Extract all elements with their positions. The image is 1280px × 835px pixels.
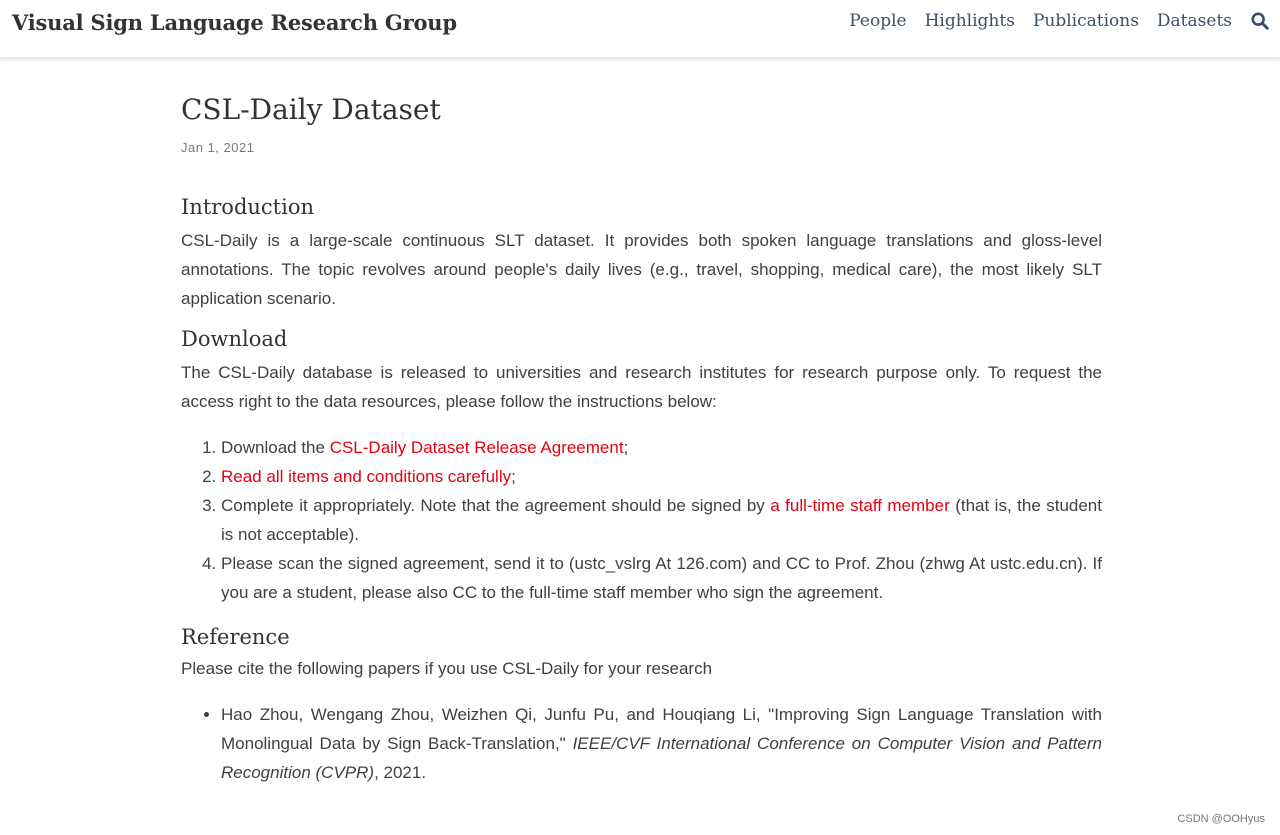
reference-heading: Reference bbox=[181, 625, 290, 649]
reference-text: Please cite the following papers if you … bbox=[181, 659, 713, 678]
full-time-staff-link[interactable]: a full-time staff member bbox=[770, 496, 950, 515]
post-title: CSL-Daily Dataset bbox=[181, 93, 441, 126]
site-brand-link[interactable]: Visual Sign Language Research Group bbox=[12, 10, 457, 35]
citation-list: Hao Zhou, Wengang Zhou, Weizhen Qi, Junf… bbox=[181, 700, 1102, 787]
list-item: Read all items and conditions carefully; bbox=[221, 462, 1102, 491]
download-text: The CSL-Daily database is released to un… bbox=[181, 363, 1102, 411]
step-text: Please scan the signed agreement, send i… bbox=[221, 554, 1102, 602]
step-text: Complete it appropriately. Note that the… bbox=[221, 496, 771, 515]
list-item: Download the CSL-Daily Dataset Release A… bbox=[221, 433, 1102, 462]
citation-item: Hao Zhou, Wengang Zhou, Weizhen Qi, Junf… bbox=[221, 700, 1102, 787]
post-content: CSL-Daily Dataset Jan 1, 2021 Introducti… bbox=[181, 90, 1102, 787]
nav-link-highlights[interactable]: Highlights bbox=[925, 11, 1015, 31]
step-text: Download the bbox=[221, 438, 330, 457]
post-date: Jan 1, 2021 bbox=[181, 140, 255, 155]
read-conditions-link[interactable]: Read all items and conditions carefully bbox=[221, 467, 511, 486]
nav-links: People Highlights Publications Datasets bbox=[831, 10, 1270, 32]
citation-year: , 2021. bbox=[374, 763, 427, 782]
top-navbar: Visual Sign Language Research Group Peop… bbox=[0, 0, 1280, 58]
step-text: ; bbox=[623, 438, 629, 457]
nav-link-publications[interactable]: Publications bbox=[1033, 11, 1139, 31]
download-heading: Download bbox=[181, 327, 288, 351]
introduction-text: CSL-Daily is a large-scale continuous SL… bbox=[181, 231, 1102, 308]
nav-link-people[interactable]: People bbox=[849, 11, 906, 31]
watermark-text: CSDN @OOHyus bbox=[1177, 813, 1265, 825]
list-item: Please scan the signed agreement, send i… bbox=[221, 549, 1102, 607]
release-agreement-link[interactable]: CSL-Daily Dataset Release Agreement bbox=[330, 438, 624, 457]
step-text: ; bbox=[511, 467, 516, 486]
nav-link-datasets[interactable]: Datasets bbox=[1157, 11, 1232, 31]
search-icon[interactable] bbox=[1250, 10, 1270, 32]
download-steps-list: Download the CSL-Daily Dataset Release A… bbox=[181, 433, 1102, 607]
list-item: Complete it appropriately. Note that the… bbox=[221, 491, 1102, 549]
introduction-heading: Introduction bbox=[181, 195, 314, 219]
